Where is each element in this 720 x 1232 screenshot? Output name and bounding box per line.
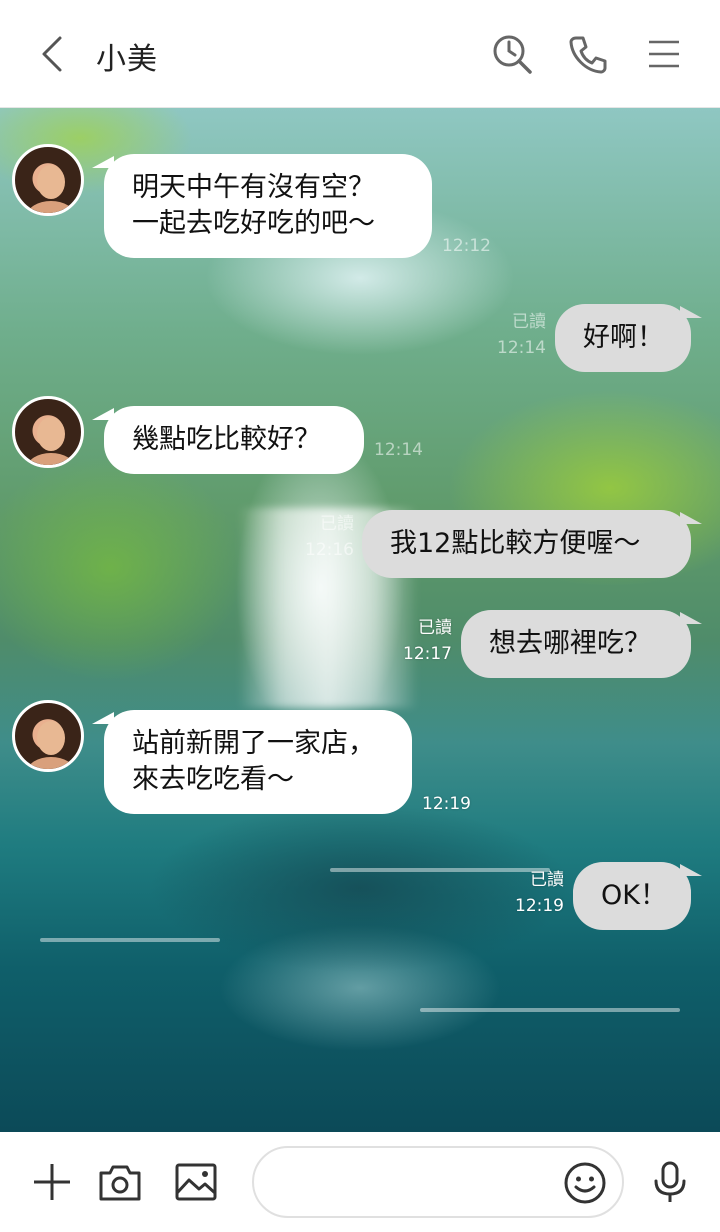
background-water-streak — [420, 1008, 680, 1012]
message-time: 12:14 — [374, 440, 423, 460]
avatar-shoulder — [27, 201, 75, 213]
message-time: 12:16 — [305, 540, 354, 560]
message-bubble-outgoing[interactable]: 我12點比較方便喔～ — [362, 510, 691, 578]
plus-icon[interactable] — [28, 1158, 76, 1206]
bubble-tail — [680, 864, 702, 876]
search-clock-icon[interactable] — [488, 30, 536, 78]
avatar-face — [37, 721, 65, 755]
message-input[interactable] — [278, 1166, 562, 1202]
chat-header: 小美 — [0, 0, 720, 108]
avatar-face — [37, 417, 65, 451]
message-text: 幾點吃比較好？ — [132, 424, 321, 455]
smiley-icon[interactable] — [562, 1160, 608, 1206]
hamburger-menu-icon[interactable] — [640, 30, 688, 78]
background-water-streak — [40, 938, 220, 942]
chevron-left-icon[interactable] — [30, 30, 74, 78]
message-text: 好啊！ — [583, 322, 664, 353]
message-bubble-outgoing[interactable]: 想去哪裡吃？ — [461, 610, 691, 678]
bubble-tail — [680, 612, 702, 624]
message-time: 12:12 — [442, 236, 491, 256]
avatar-face — [37, 165, 65, 199]
contact-name: 小美 — [96, 42, 158, 77]
bubble-tail — [680, 306, 702, 318]
message-bubble-incoming[interactable]: 明天中午有沒有空？ 一起去吃好吃的吧～ — [104, 154, 432, 258]
camera-icon[interactable] — [96, 1158, 144, 1206]
microphone-icon[interactable] — [646, 1158, 694, 1206]
message-bubble-incoming[interactable]: 站前新開了一家店， 來去吃吃看～ — [104, 710, 412, 814]
chat-area[interactable]: 明天中午有沒有空？ 一起去吃好吃的吧～ 12:12 已讀 12:14 好啊！ 幾… — [0, 108, 720, 1132]
message-text: 站前新開了一家店， — [132, 728, 375, 759]
message-text: OK！ — [601, 880, 667, 911]
message-text: 一起去吃好吃的吧～ — [132, 208, 375, 239]
avatar[interactable] — [12, 144, 84, 216]
avatar[interactable] — [12, 700, 84, 772]
read-receipt: 已讀 — [512, 312, 546, 332]
message-text: 明天中午有沒有空？ — [132, 172, 375, 203]
phone-icon[interactable] — [564, 30, 612, 78]
message-time: 12:19 — [422, 794, 471, 814]
read-receipt: 已讀 — [530, 870, 564, 890]
read-receipt: 已讀 — [418, 618, 452, 638]
message-text: 想去哪裡吃？ — [489, 628, 651, 659]
message-bubble-outgoing[interactable]: OK！ — [573, 862, 691, 930]
message-time: 12:19 — [515, 896, 564, 916]
message-input-wrapper[interactable] — [252, 1146, 624, 1218]
message-bubble-outgoing[interactable]: 好啊！ — [555, 304, 691, 372]
composer-bar — [0, 1132, 720, 1232]
message-time: 12:14 — [497, 338, 546, 358]
message-time: 12:17 — [403, 644, 452, 664]
avatar[interactable] — [12, 396, 84, 468]
avatar-shoulder — [27, 453, 75, 465]
bubble-tail — [680, 512, 702, 524]
image-icon[interactable] — [172, 1158, 220, 1206]
read-receipt: 已讀 — [320, 514, 354, 534]
message-text: 來去吃吃看～ — [132, 764, 294, 795]
avatar-shoulder — [27, 757, 75, 769]
message-bubble-incoming[interactable]: 幾點吃比較好？ — [104, 406, 364, 474]
message-text: 我12點比較方便喔～ — [390, 528, 641, 559]
